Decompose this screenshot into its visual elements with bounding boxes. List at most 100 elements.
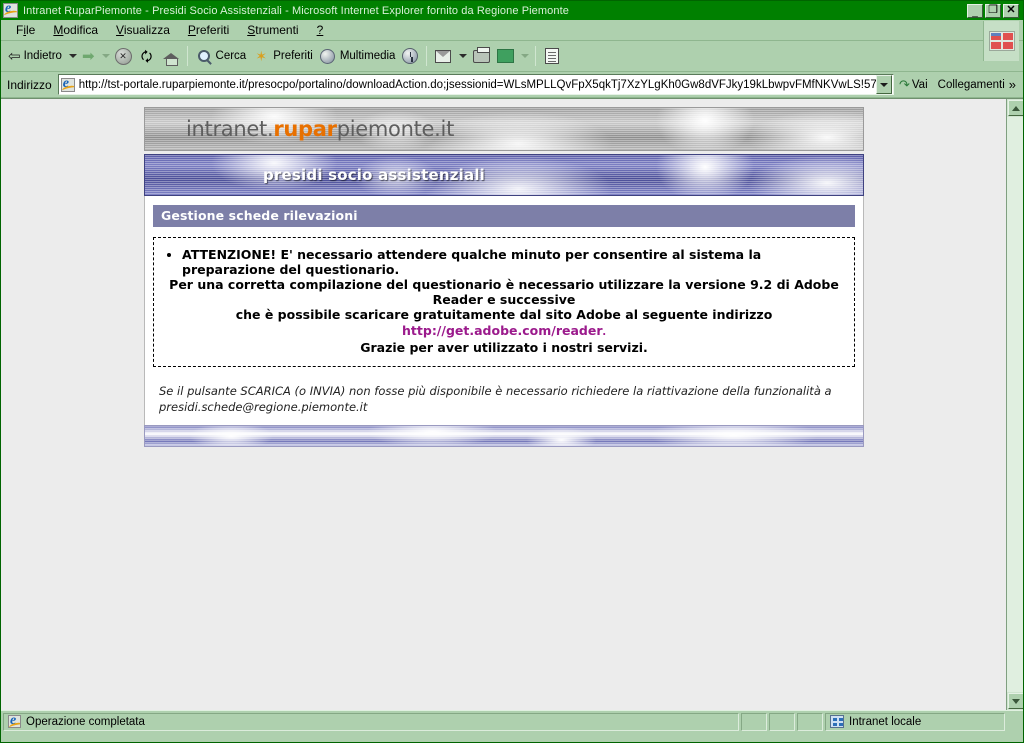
- address-dropdown-button[interactable]: [875, 75, 892, 94]
- green-square-icon: [496, 48, 514, 65]
- favorites-button[interactable]: ✶ Preferiti: [249, 43, 316, 69]
- status-pane-4: [797, 712, 823, 731]
- multimedia-button[interactable]: Multimedia: [316, 43, 399, 69]
- links-label: Collegamenti: [937, 78, 1005, 91]
- site-footer-banner: [144, 425, 864, 447]
- status-pane-2: [741, 712, 767, 731]
- scroll-up-button[interactable]: [1008, 100, 1023, 116]
- alert-link-row: http://get.adobe.com/reader.: [164, 322, 844, 340]
- magnifier-icon: [195, 48, 213, 65]
- status-page-icon: [8, 715, 21, 728]
- browser-window: Intranet RuparPiemonte - Presidi Socio A…: [0, 0, 1024, 743]
- history-button[interactable]: [398, 43, 422, 69]
- page-viewport: intranet.ruparpiemonte.it presidi socio …: [1, 98, 1023, 710]
- back-button[interactable]: ⇦ Indietro: [5, 43, 65, 69]
- site-title-banner: presidi socio assistenziali: [144, 154, 864, 196]
- maximize-button[interactable]: ❐: [985, 3, 1001, 18]
- note-line-2: presidi.schede@regione.piemonte.it: [159, 400, 368, 414]
- mail-icon: [434, 48, 452, 65]
- status-message: Operazione completata: [26, 715, 145, 728]
- intranet-zone-icon: [830, 715, 844, 728]
- minimize-icon: _: [972, 6, 978, 18]
- search-label: Cerca: [215, 50, 247, 62]
- document-icon: [543, 48, 561, 65]
- mail-dropdown-icon[interactable]: [459, 54, 468, 58]
- refresh-button[interactable]: 🗘: [135, 43, 159, 69]
- maximize-icon: ❐: [988, 3, 998, 16]
- back-arrow-icon: ⇦: [8, 47, 21, 65]
- forward-button[interactable]: ➡: [79, 43, 98, 69]
- alert-line-5: Grazie per aver utilizzato i nostri serv…: [360, 340, 648, 355]
- chevron-double-right-icon: »: [1008, 77, 1016, 92]
- logo-part-piemonte: piemonte.it: [336, 117, 455, 141]
- navigation-toolbar: ⇦ Indietro ➡ ✕ 🗘 Cerca ✶ Preferiti Multi…: [1, 41, 1023, 72]
- scroll-down-icon: [1012, 698, 1020, 704]
- logo-part-rupar: rupar: [273, 117, 337, 141]
- menu-item-visualizza[interactable]: Visualizza: [107, 21, 179, 39]
- forward-arrow-icon: ➡: [81, 47, 95, 65]
- forward-dropdown-icon[interactable]: [101, 54, 110, 58]
- toolbar-separator-2: [426, 46, 428, 66]
- refresh-icon: 🗘: [140, 48, 153, 64]
- status-message-pane: Operazione completata: [3, 712, 739, 731]
- address-input[interactable]: http://tst-portale.ruparpiemonte.it/pres…: [57, 74, 894, 95]
- menu-item-help[interactable]: ?: [308, 21, 333, 39]
- site-logo-banner: intranet.ruparpiemonte.it: [144, 107, 864, 151]
- brand-logo-button[interactable]: [983, 21, 1019, 61]
- note-block: Se il pulsante SCARICA (o INVIA) non fos…: [153, 383, 855, 415]
- print-button[interactable]: [469, 43, 493, 69]
- home-icon: [162, 48, 180, 66]
- scroll-up-icon: [1012, 105, 1020, 111]
- back-dropdown-icon[interactable]: [68, 54, 77, 58]
- alert-bullet-list: ATTENZIONE! E' necessario attendere qual…: [164, 247, 844, 277]
- title-bar: Intranet RuparPiemonte - Presidi Socio A…: [1, 1, 1023, 20]
- logo-part-intranet: intranet.: [186, 117, 274, 141]
- minimize-button[interactable]: _: [967, 3, 983, 18]
- favorites-label: Preferiti: [273, 50, 313, 62]
- status-zone-pane[interactable]: Intranet locale: [825, 712, 1005, 731]
- stop-icon: ✕: [114, 47, 132, 65]
- links-button[interactable]: Collegamenti »: [933, 77, 1021, 92]
- chevron-down-icon: [879, 82, 888, 87]
- star-icon: ✶: [255, 48, 268, 64]
- edit-dropdown-icon[interactable]: [521, 54, 530, 58]
- section-header: Gestione schede rilevazioni: [153, 205, 855, 227]
- address-bar: Indirizzo http://tst-portale.ruparpiemon…: [1, 72, 1023, 98]
- alert-bullet-item: ATTENZIONE! E' necessario attendere qual…: [182, 247, 844, 277]
- toolbar-separator-3: [535, 46, 537, 66]
- search-button[interactable]: Cerca: [192, 43, 250, 69]
- note-line-1: Se il pulsante SCARICA (o INVIA) non fos…: [159, 384, 832, 398]
- multimedia-label: Multimedia: [339, 50, 396, 62]
- menu-bar: File Modifica Visualizza Preferiti Strum…: [1, 20, 1023, 61]
- menu-item-strumenti[interactable]: Strumenti: [238, 21, 307, 39]
- discuss-button[interactable]: [540, 43, 564, 69]
- go-button[interactable]: ↷ Vai: [894, 77, 933, 93]
- site-container: intranet.ruparpiemonte.it presidi socio …: [144, 107, 864, 447]
- menu-item-file[interactable]: File: [7, 21, 44, 39]
- site-logo: intranet.ruparpiemonte.it: [186, 117, 454, 141]
- close-button[interactable]: ✕: [1003, 3, 1019, 18]
- home-button[interactable]: [159, 43, 183, 69]
- address-url-text: http://tst-portale.ruparpiemonte.it/pres…: [78, 78, 876, 91]
- window-controls: _ ❐ ✕: [967, 3, 1021, 18]
- page-icon: [60, 77, 75, 92]
- alert-line-2: Per una corretta compilazione del questi…: [169, 277, 839, 307]
- edit-button[interactable]: [493, 43, 517, 69]
- menu-item-modifica[interactable]: Modifica: [44, 21, 107, 39]
- status-zone-label: Intranet locale: [849, 715, 922, 728]
- toolbar-separator: [186, 46, 188, 66]
- media-icon: [319, 48, 337, 65]
- vertical-scrollbar[interactable]: [1006, 99, 1023, 710]
- go-arrow-icon: ↷: [898, 76, 910, 92]
- resize-grip[interactable]: [1007, 714, 1023, 730]
- status-bar: Operazione completata Intranet locale: [1, 710, 1023, 732]
- alert-box: ATTENZIONE! E' necessario attendere qual…: [153, 237, 855, 367]
- mail-button[interactable]: [431, 43, 455, 69]
- adobe-reader-link[interactable]: http://get.adobe.com/reader: [402, 323, 602, 338]
- menu-item-preferiti[interactable]: Preferiti: [179, 21, 238, 39]
- alert-line-3: che è possibile scaricare gratuitamente …: [235, 307, 773, 322]
- stop-button[interactable]: ✕: [112, 43, 135, 69]
- scroll-down-button[interactable]: [1008, 693, 1023, 709]
- site-banner-title: presidi socio assistenziali: [263, 166, 486, 184]
- scrollbar-track[interactable]: [1007, 117, 1023, 692]
